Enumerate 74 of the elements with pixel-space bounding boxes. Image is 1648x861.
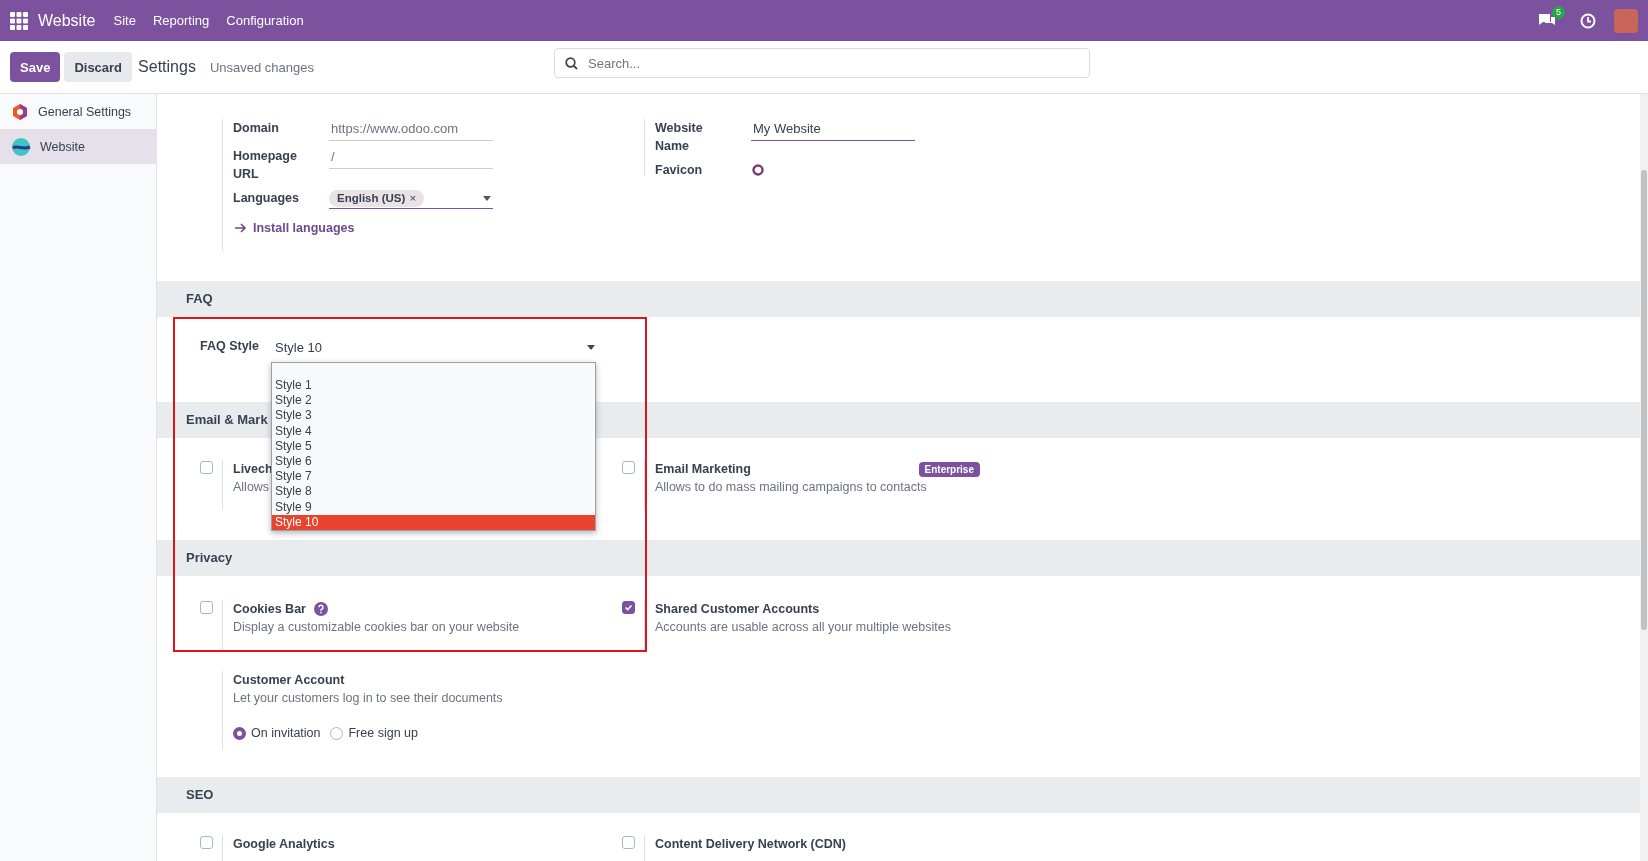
radio-option[interactable]: On invitation: [233, 726, 321, 740]
menu-item[interactable]: Reporting: [152, 13, 210, 28]
radio-button[interactable]: [330, 726, 344, 740]
scrollbar[interactable]: [1640, 94, 1648, 861]
select-field[interactable]: Style 10: [273, 336, 597, 358]
field-label: FAQ Style: [200, 338, 261, 355]
setting-title: Shared Customer Accounts: [655, 601, 820, 618]
hexagon-icon: [11, 102, 29, 121]
globe-icon: [11, 136, 31, 157]
field-label: Domain: [233, 120, 280, 137]
app-title[interactable]: Website: [38, 11, 96, 30]
dropdown-option[interactable]: Style 5: [272, 438, 595, 454]
install-languages-link[interactable]: Install languages: [235, 221, 355, 235]
section-header: Privacy: [157, 540, 1640, 576]
apps-menu-icon[interactable]: [10, 11, 28, 30]
setting-title: Livech: [233, 461, 273, 478]
arrow-icon: [235, 223, 247, 233]
tags-field[interactable]: English (US) ×: [329, 189, 493, 209]
field-label: Languages: [233, 190, 300, 207]
setting-description: Accounts are usable across all your multiple websites: [655, 619, 951, 636]
section-header: FAQ: [157, 281, 1640, 317]
dropdown-option[interactable]: Style 10: [272, 514, 595, 530]
setting-title: Google Analytics: [233, 836, 335, 853]
input-field[interactable]: /: [329, 147, 493, 169]
setting-title: Cookies Bar: [233, 601, 306, 618]
setting-title: Customer Account: [233, 672, 346, 689]
input-field[interactable]: My Website: [751, 119, 915, 141]
radio-option[interactable]: Free sign up: [330, 726, 418, 740]
checkbox[interactable]: [622, 836, 635, 849]
checkbox[interactable]: [622, 601, 635, 614]
setting-description: Display a customizable cookies bar on your website: [233, 619, 520, 636]
chat-icon[interactable]: [1538, 11, 1556, 28]
dropdown-option[interactable]: Style 7: [272, 469, 595, 485]
setting-description: Let your customers log in to see their documents: [233, 690, 503, 707]
setting-title: Email Marketing: [655, 461, 751, 478]
sidebar-item[interactable]: General Settings: [0, 94, 156, 129]
input-field[interactable]: https://www.odoo.com: [329, 119, 493, 141]
dropdown-option[interactable]: Style 8: [272, 484, 595, 500]
dropdown-option[interactable]: Style 3: [272, 408, 595, 424]
menu-item[interactable]: Site: [113, 13, 136, 28]
menu-item[interactable]: Configuration: [226, 13, 304, 28]
clock-icon[interactable]: [1580, 12, 1596, 29]
checkbox[interactable]: [200, 601, 213, 614]
sidebar-item[interactable]: Website: [0, 129, 156, 164]
setting-title: Content Delivery Network (CDN): [655, 836, 846, 853]
checkbox[interactable]: [622, 461, 635, 474]
field-label: Website Name: [655, 120, 704, 155]
setting-description: Allows: [233, 479, 270, 496]
section-header: SEO: [157, 777, 1640, 813]
search-field[interactable]: Search...: [554, 48, 1090, 78]
enterprise-badge: Enterprise: [918, 461, 980, 477]
field-label: Favicon: [655, 162, 704, 179]
status-text: Unsaved changes: [209, 59, 314, 75]
radio-button[interactable]: [233, 726, 246, 740]
dropdown-option[interactable]: Style 4: [272, 423, 595, 439]
checkbox[interactable]: [200, 836, 213, 849]
check-icon: [623, 602, 634, 613]
search-icon: [565, 57, 578, 70]
caret-icon: [587, 344, 595, 350]
dropdown-option[interactable]: Style 6: [272, 453, 595, 470]
notification-badge: 5: [1552, 5, 1565, 19]
save-button[interactable]: Save: [10, 52, 61, 82]
page-title: Settings: [138, 58, 196, 76]
checkbox[interactable]: [200, 461, 213, 474]
language-tag[interactable]: English (US) ×: [329, 190, 425, 207]
favicon-icon[interactable]: [751, 163, 765, 177]
help-icon[interactable]: [313, 602, 328, 616]
field-label: Homepage URL: [233, 148, 298, 183]
discard-button[interactable]: Discard: [64, 52, 133, 82]
user-avatar[interactable]: [1614, 8, 1638, 33]
caret-icon: [483, 196, 491, 201]
setting-description: Allows to do mass mailing campaigns to contacts: [655, 479, 927, 496]
dropdown-option[interactable]: Style 1: [272, 378, 595, 394]
dropdown-option[interactable]: Style 9: [272, 499, 595, 515]
